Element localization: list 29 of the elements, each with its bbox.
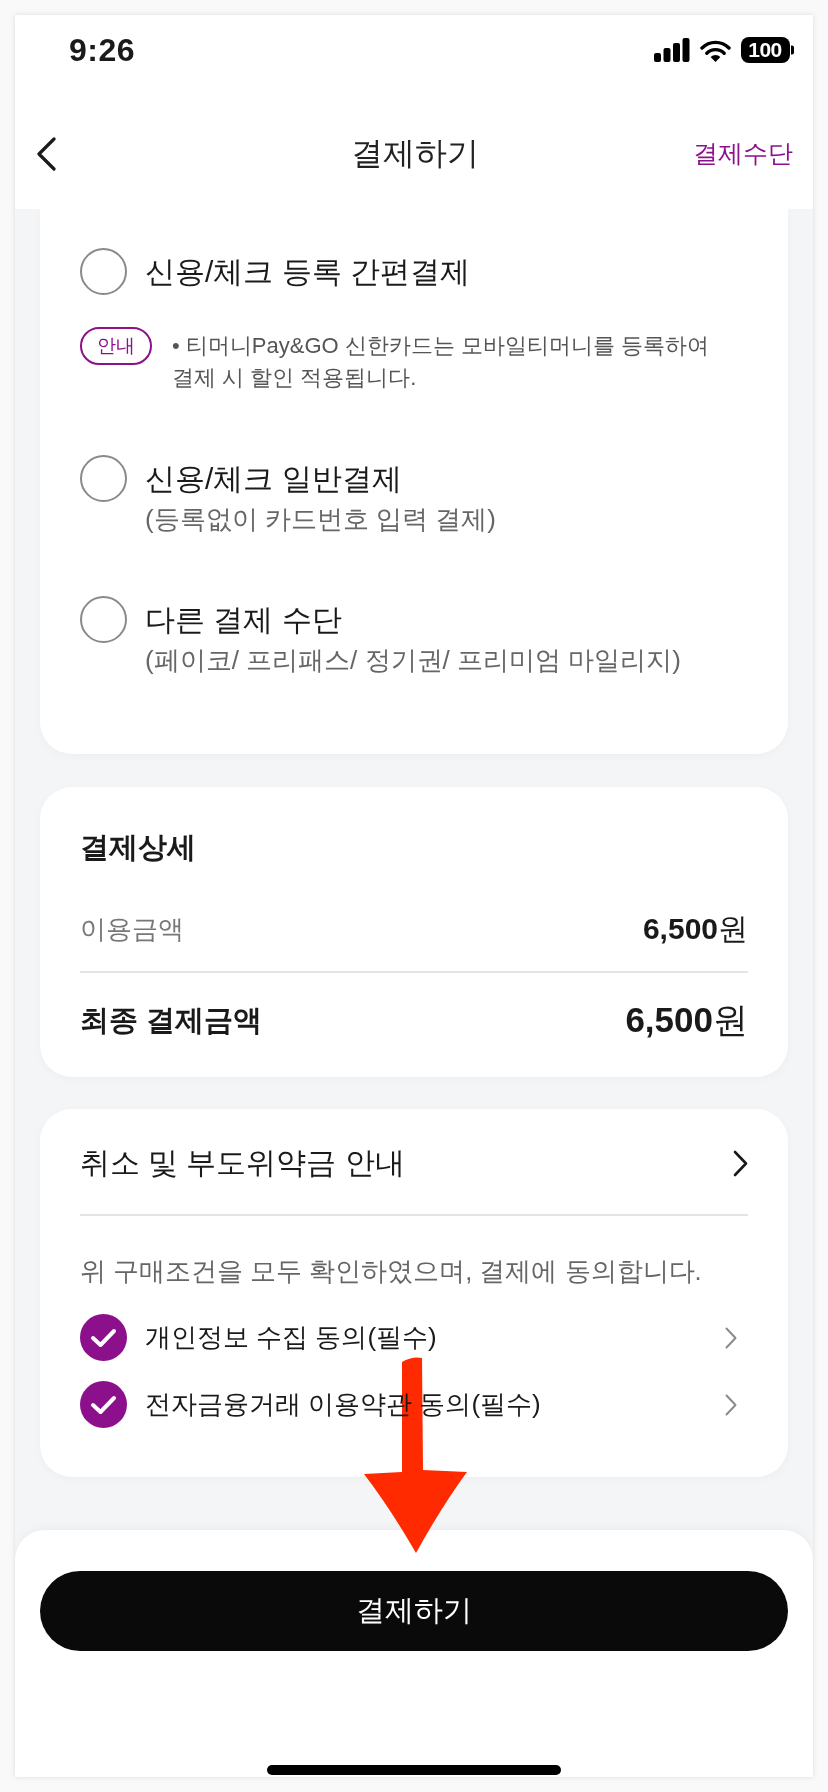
option-label[interactable]: 신용/체크 일반결제	[145, 455, 496, 503]
radio-button[interactable]	[80, 455, 127, 502]
status-time: 9:26	[69, 31, 136, 69]
amount-label: 이용금액	[80, 913, 184, 946]
amount-value: 6,500원	[642, 911, 748, 947]
policy-link[interactable]: 취소 및 부도위약금 안내	[80, 1141, 405, 1185]
notice-text: • 티머니Pay&GO 신한카드는 모바일티머니를 등록하여 결제 시 할인 적용됩니다.	[172, 332, 710, 392]
agreement-statement: 위 구매조건을 모두 확인하였으며, 결제에 동의합니다.	[80, 1256, 703, 1287]
battery-indicator: 100	[741, 37, 794, 63]
total-amount: 6,500원	[625, 999, 748, 1041]
agreement-label[interactable]: 개인정보 수집 동의(필수)	[145, 1314, 707, 1361]
option-label[interactable]: 신용/체크 등록 간편결제	[145, 248, 470, 296]
checkbox[interactable]	[80, 1314, 127, 1361]
notice-badge: 안내	[80, 327, 152, 365]
chevron-right-icon[interactable]	[733, 1149, 748, 1177]
pay-button[interactable]: 결제하기	[40, 1571, 788, 1651]
signal-icon	[654, 38, 690, 62]
option-label[interactable]: 다른 결제 수단	[145, 596, 681, 644]
option-description: (페이코/ 프리패스/ 정기권/ 프리미엄 마일리지)	[145, 644, 681, 676]
section-title: 결제상세	[80, 830, 197, 865]
payment-method-link[interactable]: 결제수단	[693, 137, 793, 170]
page-title: 결제하기	[350, 133, 479, 173]
radio-button[interactable]	[80, 248, 127, 295]
back-icon[interactable]	[36, 136, 56, 171]
total-label: 최종 결제금액	[80, 1003, 263, 1038]
wifi-icon	[700, 38, 731, 62]
radio-button[interactable]	[80, 596, 127, 643]
option-description: (등록없이 카드번호 입력 결제)	[145, 503, 496, 535]
checkbox[interactable]	[80, 1381, 127, 1428]
